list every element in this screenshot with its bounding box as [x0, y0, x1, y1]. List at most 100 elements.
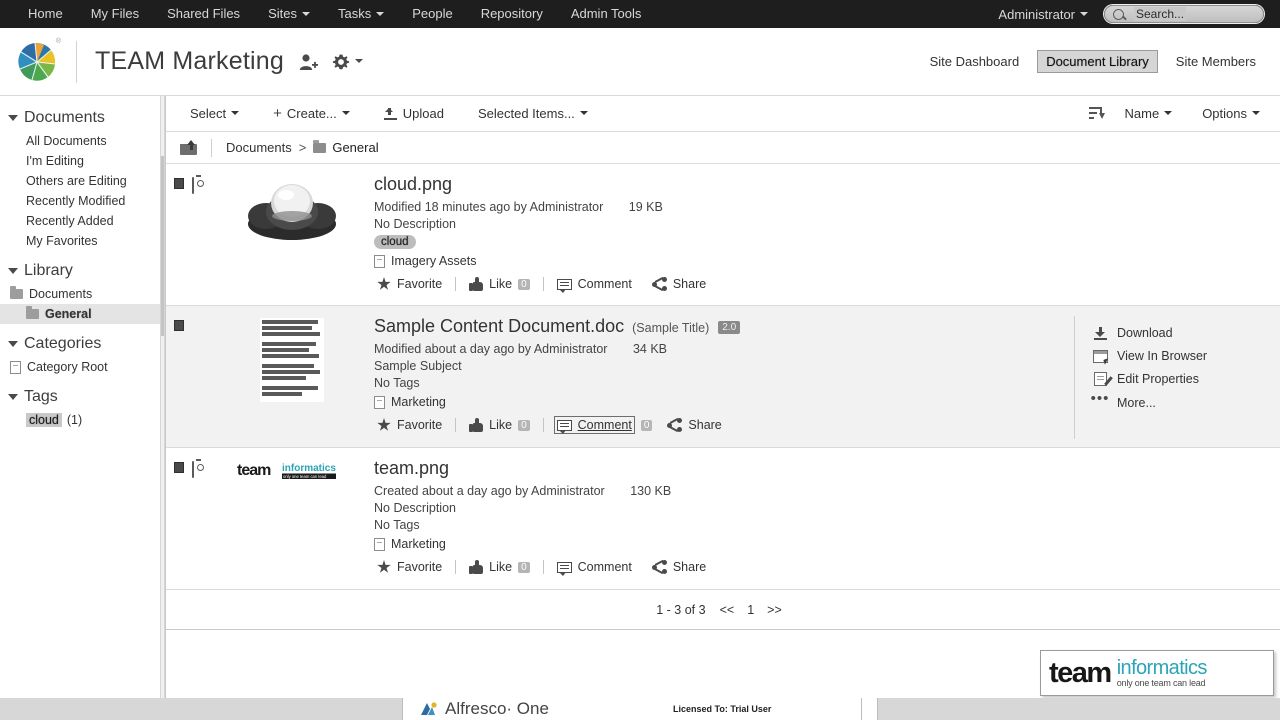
favorite-button[interactable]: Favorite	[374, 416, 445, 434]
nav-item-home[interactable]: Home	[14, 0, 77, 28]
sidebar-group-header-library[interactable]: Library	[0, 259, 160, 284]
site-link-site-members[interactable]: Site Members	[1168, 51, 1264, 72]
favorite-button[interactable]: Favorite	[374, 275, 445, 293]
watermark-right: informatics only one team can lead	[1117, 658, 1208, 688]
tag-chip[interactable]: cloud	[374, 235, 416, 249]
comment-button[interactable]: Comment	[553, 416, 635, 434]
main-content: Select + Create... Upload Selected Items…	[165, 96, 1280, 708]
nav-item-repository[interactable]: Repository	[467, 0, 557, 28]
favorite-button[interactable]: Favorite	[374, 558, 445, 576]
more-action[interactable]: ••• More...	[1091, 391, 1280, 410]
app-window: Home My Files Shared Files Sites Tasks P…	[0, 0, 1280, 720]
document-name-link[interactable]: cloud.png	[374, 174, 1280, 195]
breadcrumb-link-documents[interactable]: Documents	[226, 140, 292, 155]
team-informatics-watermark: team informatics only one team can lead	[1040, 650, 1274, 696]
like-button[interactable]: Like 0	[466, 558, 533, 576]
add-user-icon[interactable]	[298, 53, 318, 71]
breadcrumb-separator: >	[298, 140, 307, 155]
pagination-page-1[interactable]: 1	[742, 603, 759, 617]
folder-up-icon[interactable]	[180, 139, 197, 155]
row-checkbox[interactable]	[174, 178, 184, 189]
share-button[interactable]: Share	[664, 416, 724, 434]
scrollbar-thumb[interactable]	[161, 156, 164, 336]
search-input[interactable]: Search...	[1104, 5, 1264, 23]
download-label: Download	[1117, 326, 1173, 340]
sidebar-item-general-folder[interactable]: General	[0, 304, 160, 324]
category-icon	[374, 537, 385, 551]
nav-item-sites[interactable]: Sites	[254, 0, 324, 28]
upload-button[interactable]: Upload	[374, 102, 454, 125]
sidebar-item-all-documents[interactable]: All Documents	[0, 131, 160, 151]
comment-button[interactable]: Comment	[554, 275, 635, 293]
edit-properties-label: Edit Properties	[1117, 372, 1199, 386]
document-list: cloud.png Modified 18 minutes ago by Adm…	[166, 164, 1280, 708]
edit-properties-action[interactable]: Edit Properties	[1091, 372, 1280, 386]
toolbar-right: Name Options	[1079, 102, 1271, 125]
selected-items-button[interactable]: Selected Items...	[468, 102, 598, 125]
row-checkbox[interactable]	[174, 462, 184, 473]
nav-item-shared-files[interactable]: Shared Files	[153, 0, 254, 28]
sidebar-tag-cloud[interactable]: cloud (1)	[0, 410, 160, 430]
sidebar-item-my-favorites[interactable]: My Favorites	[0, 231, 160, 251]
sidebar-group-header-documents[interactable]: Documents	[0, 106, 160, 131]
select-button[interactable]: Select	[180, 102, 249, 125]
sidebar-group-categories: Categories Category Root	[0, 332, 160, 377]
document-name-link[interactable]: Sample Content Document.doc (Sample Titl…	[374, 316, 1074, 337]
nav-item-people[interactable]: People	[398, 0, 466, 28]
share-icon	[667, 417, 683, 432]
favorite-label: Favorite	[397, 560, 443, 574]
sidebar-item-recently-added[interactable]: Recently Added	[0, 211, 160, 231]
table-row[interactable]: Sample Content Document.doc (Sample Titl…	[166, 306, 1280, 448]
like-button[interactable]: Like 0	[466, 275, 533, 293]
share-button[interactable]: Share	[649, 558, 709, 576]
sidebar-group-library: Library Documents General	[0, 259, 160, 324]
sidebar-group-header-tags[interactable]: Tags	[0, 385, 160, 410]
sidebar-item-im-editing[interactable]: I'm Editing	[0, 151, 160, 171]
sidebar-item-others-are-editing[interactable]: Others are Editing	[0, 171, 160, 191]
like-label: Like	[489, 277, 513, 291]
row-info-cell: Sample Content Document.doc (Sample Titl…	[366, 316, 1074, 439]
sort-direction-button[interactable]	[1079, 103, 1115, 124]
image-icon	[192, 461, 194, 478]
nav-item-tasks[interactable]: Tasks	[324, 0, 398, 28]
gear-icon[interactable]	[332, 53, 363, 71]
view-in-browser-action[interactable]: View In Browser	[1091, 349, 1280, 365]
comment-label: Comment	[577, 560, 632, 574]
row-thumbnail-cell[interactable]	[218, 174, 366, 297]
like-count: 0	[518, 561, 530, 573]
pagination-next[interactable]: >>	[767, 603, 782, 617]
user-menu[interactable]: Administrator	[982, 7, 1104, 22]
site-link-site-dashboard[interactable]: Site Dashboard	[922, 51, 1028, 72]
comment-button[interactable]: Comment	[554, 558, 635, 576]
site-link-document-library[interactable]: Document Library	[1037, 50, 1158, 73]
create-button[interactable]: + Create...	[263, 102, 360, 125]
svg-text:only one team can lead: only one team can lead	[283, 474, 327, 479]
nav-item-admin-tools[interactable]: Admin Tools	[557, 0, 656, 28]
sidebar-group-header-categories[interactable]: Categories	[0, 332, 160, 357]
sort-field-button[interactable]: Name	[1115, 102, 1183, 125]
share-button[interactable]: Share	[649, 275, 709, 293]
chevron-down-icon	[1164, 110, 1173, 115]
table-row[interactable]: team informatics only one team can lead …	[166, 448, 1280, 590]
row-thumbnail-cell[interactable]: team informatics only one team can lead	[218, 458, 366, 581]
download-action[interactable]: Download	[1091, 326, 1280, 340]
row-checkbox[interactable]	[174, 320, 184, 331]
thumbs-up-icon	[469, 277, 484, 291]
document-social-actions: Favorite Like 0 Comment	[374, 275, 1280, 293]
nav-item-label: People	[412, 6, 453, 21]
sidebar-scrollbar[interactable]	[160, 96, 165, 708]
document-name-link[interactable]: team.png	[374, 458, 1280, 479]
like-button[interactable]: Like 0	[466, 416, 533, 434]
row-thumbnail-cell[interactable]	[218, 316, 366, 439]
options-button[interactable]: Options	[1192, 102, 1270, 125]
sidebar-item-recently-modified[interactable]: Recently Modified	[0, 191, 160, 211]
pagination-prev[interactable]: <<	[720, 603, 735, 617]
browser-icon	[1091, 349, 1110, 365]
sidebar-group-documents: Documents All Documents I'm Editing Othe…	[0, 106, 160, 251]
triangle-down-icon	[8, 341, 18, 347]
nav-item-my-files[interactable]: My Files	[77, 0, 153, 28]
table-row[interactable]: cloud.png Modified 18 minutes ago by Adm…	[166, 164, 1280, 306]
sidebar-item-documents-folder[interactable]: Documents	[0, 284, 160, 304]
sidebar-item-category-root[interactable]: Category Root	[0, 357, 160, 377]
document-no-tags: No Tags	[374, 518, 420, 532]
